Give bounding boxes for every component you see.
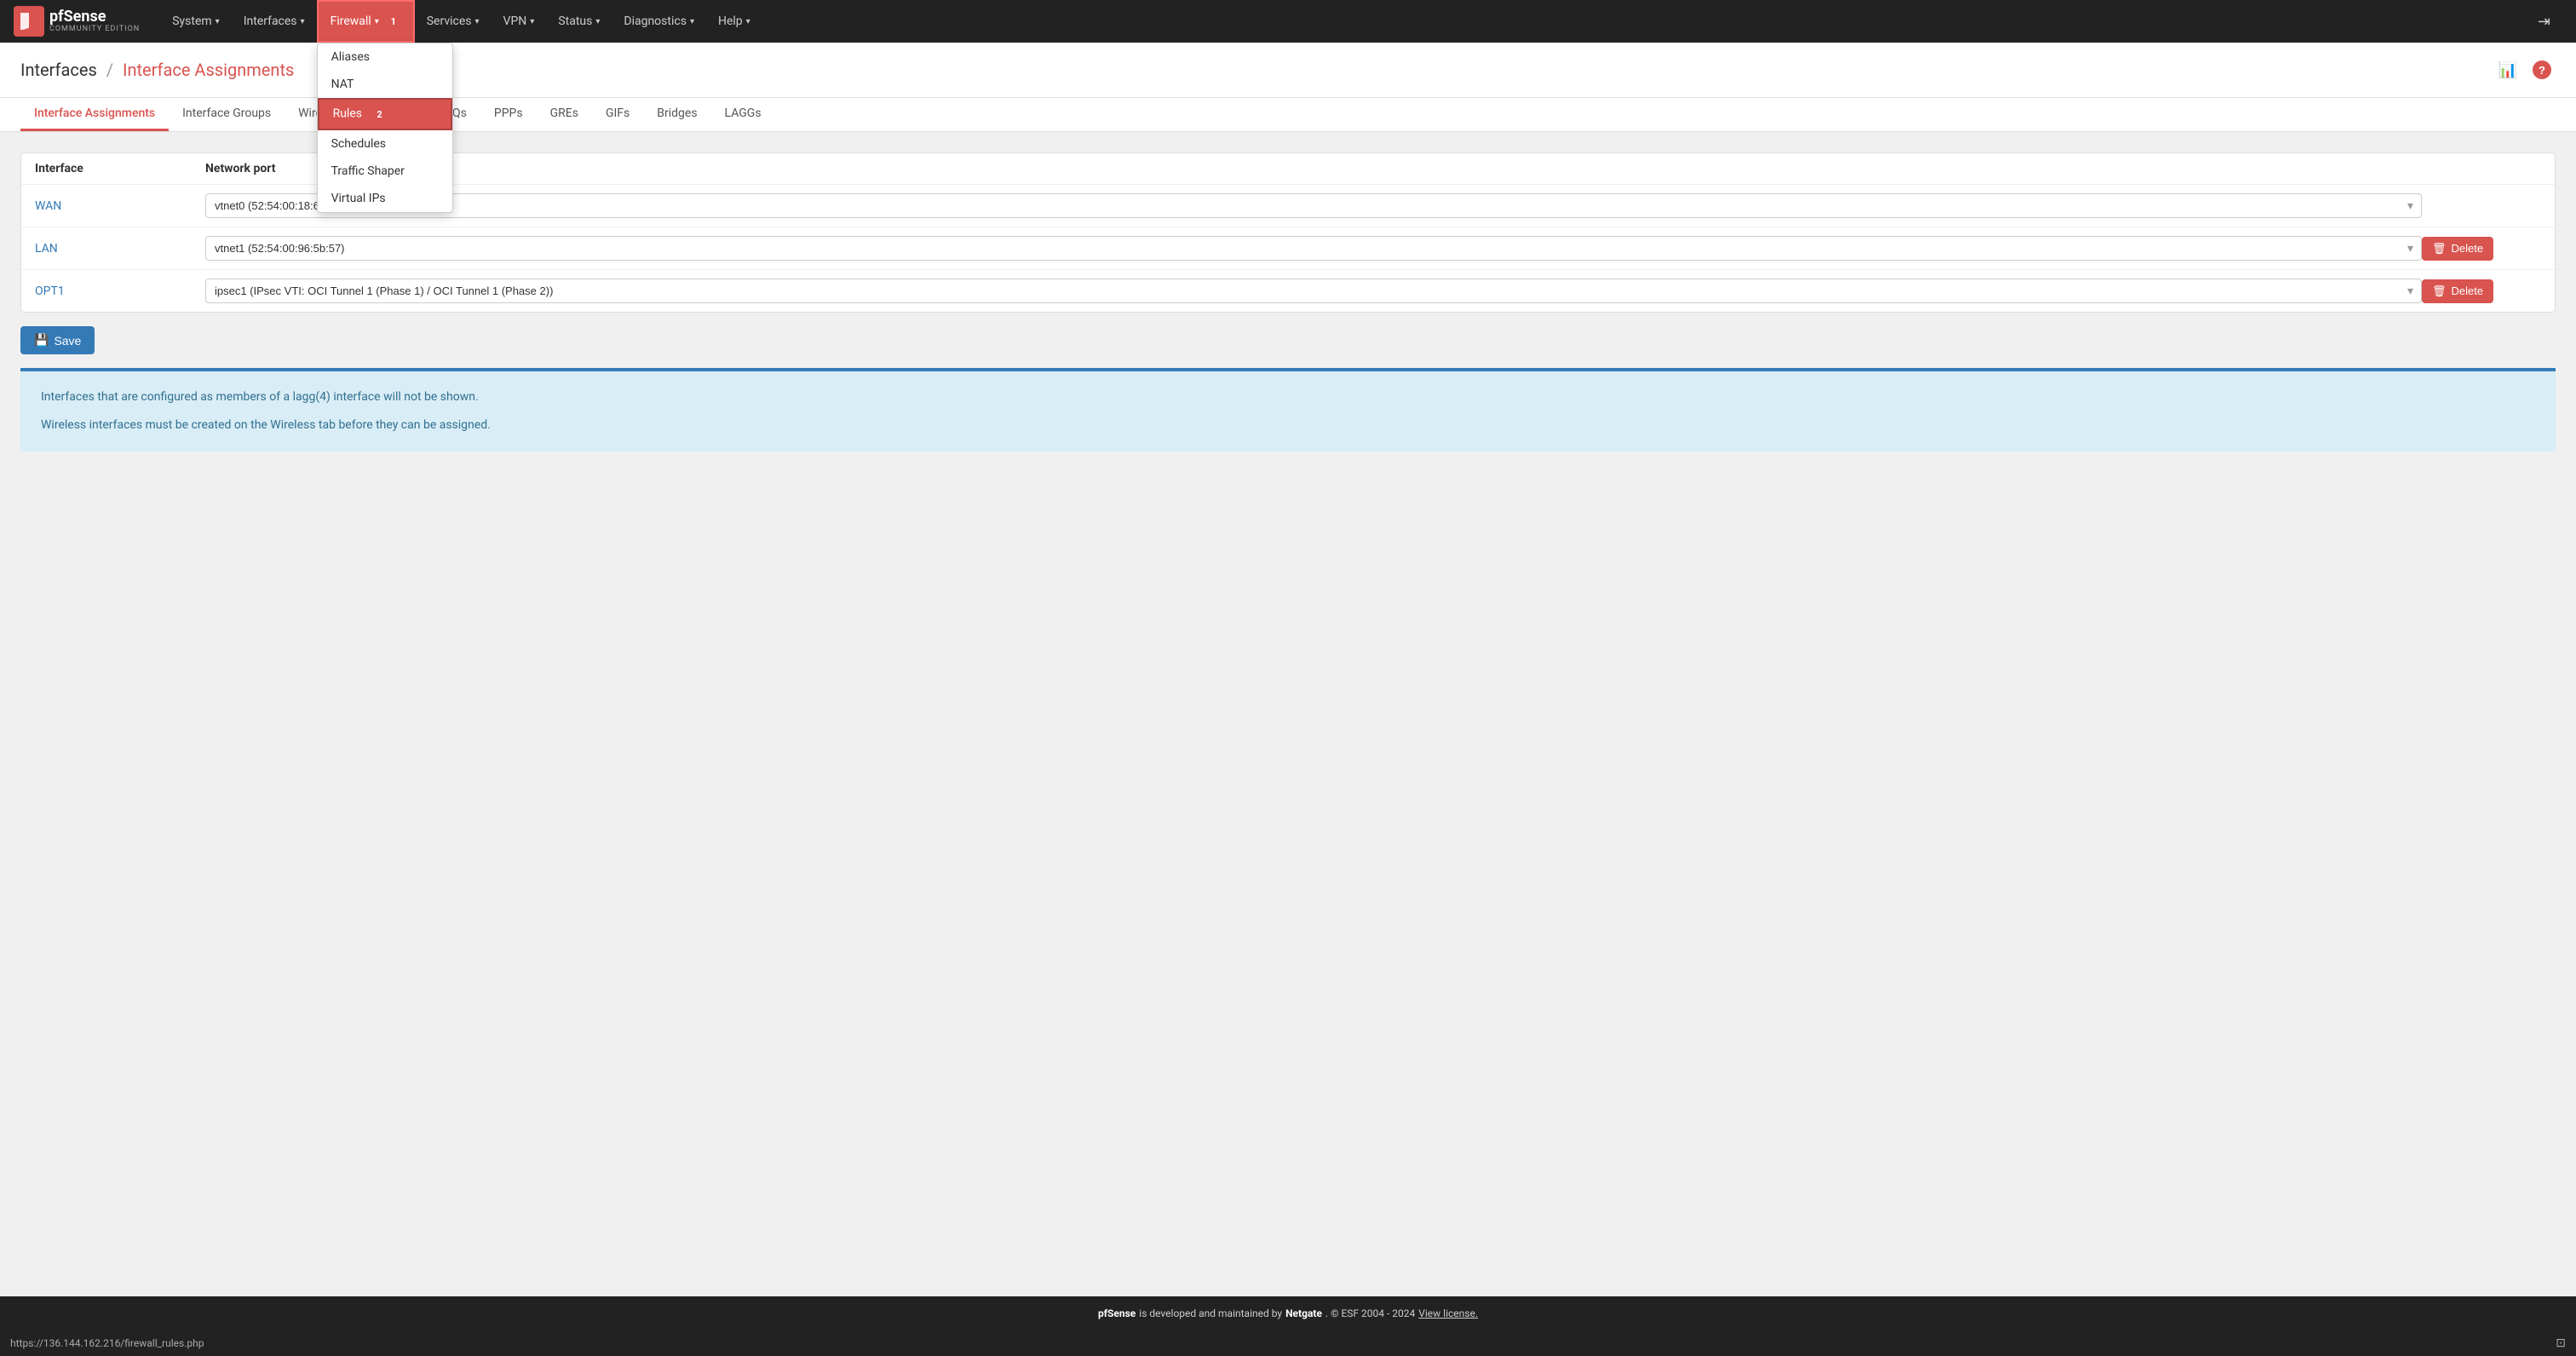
nav-system[interactable]: System ▾ — [160, 0, 231, 43]
lan-delete-button[interactable]: 🗑 Delete — [2422, 237, 2493, 261]
lan-port-select[interactable]: vtnet1 (52:54:00:96:5b:57) — [205, 236, 2422, 261]
breadcrumb: Interfaces / Interface Assignments — [20, 60, 294, 80]
trash-icon: 🗑 — [2432, 284, 2447, 298]
caret-icon: ▾ — [301, 17, 305, 26]
caret-icon: ▾ — [216, 17, 220, 26]
tab-bridges[interactable]: Bridges — [643, 98, 710, 131]
caret-icon: ▾ — [530, 17, 534, 26]
caret-icon: ▾ — [690, 17, 694, 26]
tab-gres[interactable]: GREs — [537, 98, 592, 131]
firewall-dropdown: Aliases NAT Rules 2 Schedules Traffic Sh… — [317, 43, 453, 213]
footer-brand: pfSense — [1098, 1307, 1136, 1319]
trash-icon: 🗑 — [2432, 242, 2447, 256]
table-row: OPT1 ipsec1 (IPsec VTI: OCI Tunnel 1 (Ph… — [21, 270, 2555, 312]
info-line1: Interfaces that are configured as member… — [41, 388, 2535, 406]
caret-icon: ▾ — [475, 17, 480, 26]
tab-gifs[interactable]: GIFs — [592, 98, 643, 131]
nav-status[interactable]: Status ▾ — [546, 0, 612, 43]
nav-right: ⇥ — [2526, 0, 2562, 43]
brand-name: pfSense — [49, 9, 140, 26]
wan-interface-label: WAN — [35, 199, 205, 213]
nav-help[interactable]: Help ▾ — [706, 0, 762, 43]
footer-text3: . © ESF 2004 - 2024 — [1325, 1307, 1415, 1319]
opt1-port-select[interactable]: ipsec1 (IPsec VTI: OCI Tunnel 1 (Phase 1… — [205, 279, 2422, 303]
breadcrumb-current: Interface Assignments — [123, 60, 294, 80]
caret-icon: ▾ — [375, 17, 379, 26]
wan-link[interactable]: WAN — [35, 199, 61, 213]
status-url: https://136.144.162.216/firewall_rules.p… — [10, 1337, 204, 1349]
opt1-delete-button[interactable]: 🗑 Delete — [2422, 279, 2493, 303]
col-network-port: Network port — [205, 162, 2422, 175]
tab-laggs[interactable]: LAGGs — [711, 98, 775, 131]
opt1-interface-label: OPT1 — [35, 284, 205, 298]
nav-services[interactable]: Services ▾ — [415, 0, 492, 43]
save-icon: 💾 — [34, 333, 49, 348]
col-interface: Interface — [35, 162, 205, 175]
menu-nat[interactable]: NAT — [318, 71, 452, 98]
table-row: LAN vtnet1 (52:54:00:96:5b:57) ▾ 🗑 Delet… — [21, 227, 2555, 270]
nav-vpn[interactable]: VPN ▾ — [492, 0, 547, 43]
lan-interface-label: LAN — [35, 242, 205, 256]
menu-schedules[interactable]: Schedules — [318, 130, 452, 158]
status-bar: https://136.144.162.216/firewall_rules.p… — [0, 1330, 2576, 1356]
menu-aliases[interactable]: Aliases — [318, 43, 452, 71]
chart-icon-button[interactable]: 📊 — [2494, 56, 2521, 83]
tab-interface-assignments[interactable]: Interface Assignments — [20, 98, 169, 131]
info-box: Interfaces that are configured as member… — [20, 368, 2556, 451]
logout-icon: ⇥ — [2538, 13, 2550, 31]
status-icon: ⊡ — [2556, 1336, 2566, 1350]
menu-traffic-shaper[interactable]: Traffic Shaper — [318, 158, 452, 185]
opt1-port-wrapper: ipsec1 (IPsec VTI: OCI Tunnel 1 (Phase 1… — [205, 279, 2422, 303]
tab-ppps[interactable]: PPPs — [480, 98, 537, 131]
brand: pfSense COMMUNITY EDITION — [14, 6, 140, 37]
menu-virtual-ips[interactable]: Virtual IPs — [318, 185, 452, 212]
nav-firewall-wrapper: Firewall ▾ 1 Aliases NAT Rules 2 Schedul… — [317, 0, 415, 43]
navbar: pfSense COMMUNITY EDITION System ▾ Inter… — [0, 0, 2576, 43]
wan-port-wrapper: vtnet0 (52:54:00:18:6d:2c) ▾ — [205, 193, 2422, 218]
header-icons: 📊 ? — [2494, 56, 2556, 83]
menu-rules[interactable]: Rules 2 — [318, 98, 452, 130]
breadcrumb-separator: / — [106, 60, 113, 80]
lan-port-wrapper: vtnet1 (52:54:00:96:5b:57) ▾ — [205, 236, 2422, 261]
nav-interfaces[interactable]: Interfaces ▾ — [232, 0, 317, 43]
rules-badge: 2 — [371, 106, 387, 122]
nav-firewall[interactable]: Firewall ▾ 1 — [317, 0, 415, 43]
wan-port-select[interactable]: vtnet0 (52:54:00:18:6d:2c) — [205, 193, 2422, 218]
save-button[interactable]: 💾 Save — [20, 326, 95, 354]
nav-items: System ▾ Interfaces ▾ Firewall ▾ 1 Alias… — [160, 0, 2526, 43]
opt1-link[interactable]: OPT1 — [35, 284, 65, 298]
brand-edition: COMMUNITY EDITION — [49, 26, 140, 34]
help-icon: ? — [2533, 60, 2551, 79]
nav-logout[interactable]: ⇥ — [2526, 0, 2562, 43]
main-content: Interface Network port WAN vtnet0 (52:54… — [0, 132, 2576, 1296]
chart-icon: 📊 — [2498, 61, 2517, 79]
breadcrumb-root: Interfaces — [20, 60, 97, 80]
footer: pfSense is developed and maintained by N… — [0, 1296, 2576, 1330]
logo-icon — [14, 6, 44, 37]
caret-icon: ▾ — [595, 17, 600, 26]
footer-netgate: Netgate — [1285, 1307, 1322, 1319]
tab-interface-groups[interactable]: Interface Groups — [169, 98, 285, 131]
footer-text2: is developed and maintained by — [1139, 1307, 1282, 1319]
caret-icon: ▾ — [746, 17, 750, 26]
info-line2: Wireless interfaces must be created on t… — [41, 417, 2535, 434]
nav-diagnostics[interactable]: Diagnostics ▾ — [612, 0, 706, 43]
footer-license-link[interactable]: View license. — [1418, 1307, 1478, 1319]
firewall-badge: 1 — [386, 14, 401, 29]
help-icon-button[interactable]: ? — [2528, 56, 2556, 83]
lan-link[interactable]: LAN — [35, 242, 58, 256]
